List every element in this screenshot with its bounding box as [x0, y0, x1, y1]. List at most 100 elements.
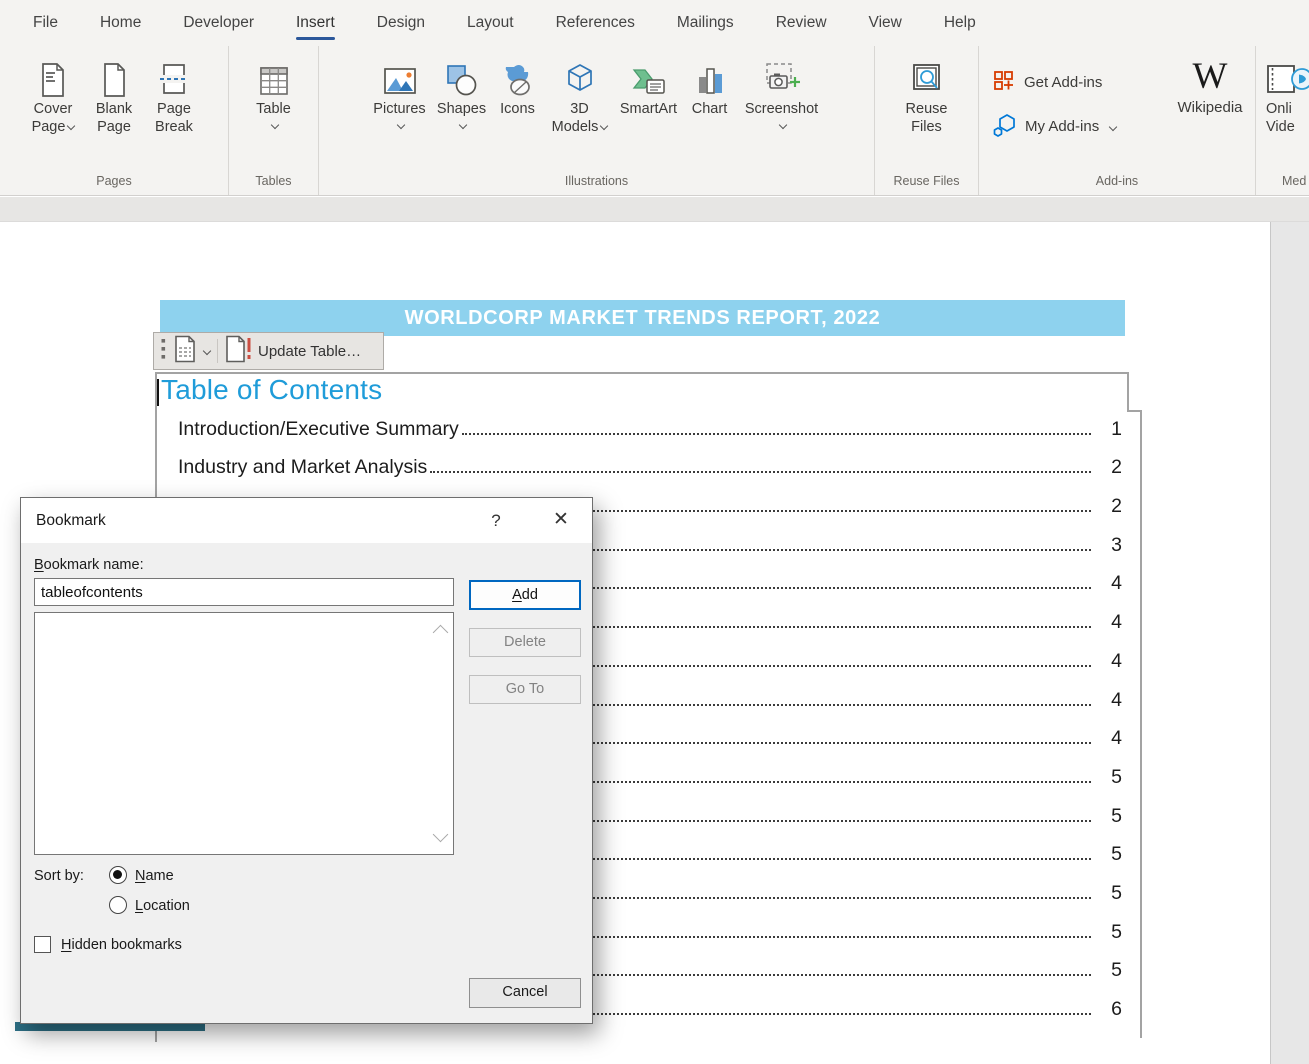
toc-entry-page: 4 — [1096, 612, 1122, 632]
toc-frame-step-vertical — [1127, 372, 1129, 412]
toolbar-grip-handle[interactable] — [160, 338, 167, 365]
screenshot-button[interactable]: Screenshot — [738, 49, 826, 172]
sort-name-radio[interactable] — [109, 866, 127, 884]
ribbon-group-tables: Table Tables — [229, 46, 319, 195]
my-addins-button[interactable]: My Add-ins — [993, 113, 1153, 140]
screenshot-label: Screenshot — [745, 101, 818, 117]
toc-entry[interactable]: Industry and Market Analysis 2 — [178, 446, 1122, 485]
tab-design[interactable]: Design — [377, 0, 425, 45]
blank-page-button[interactable]: BlankPage — [86, 49, 142, 172]
ribbon-group-pages: CoverPage BlankPage PageBreak Pages — [0, 46, 229, 195]
update-table-icon — [225, 335, 252, 368]
dialog-titlebar[interactable]: Bookmark ? ✕ — [21, 498, 592, 543]
wikipedia-label: Wikipedia — [1177, 99, 1242, 116]
tab-review[interactable]: Review — [776, 0, 827, 45]
bookmark-name-label: Bookmark name: — [34, 557, 144, 573]
cover-page-icon — [36, 53, 70, 101]
get-addins-button[interactable]: Get Add-ins — [993, 69, 1153, 96]
get-addins-icon — [993, 69, 1016, 96]
bookmark-name-input[interactable] — [34, 578, 454, 606]
canvas-background — [1271, 222, 1309, 1064]
page-break-button[interactable]: PageBreak — [144, 49, 204, 172]
toc-entry[interactable]: Introduction/Executive Summary1 — [178, 407, 1122, 446]
hidden-bookmarks-checkbox[interactable] — [34, 936, 51, 953]
update-table-button[interactable]: Update Table… — [225, 335, 361, 368]
dialog-close-button[interactable]: ✕ — [539, 498, 583, 543]
wikipedia-button[interactable]: W Wikipedia — [1167, 49, 1253, 172]
add-button[interactable]: Add — [469, 580, 581, 610]
chart-label: Chart — [692, 101, 727, 117]
wikipedia-icon: W — [1193, 57, 1228, 97]
shapes-button[interactable]: Shapes — [434, 49, 490, 172]
delete-button[interactable]: Delete — [469, 628, 581, 657]
toc-entry-page: 5 — [1096, 806, 1122, 826]
chart-button[interactable]: Chart — [684, 49, 736, 172]
tab-home[interactable]: Home — [100, 0, 141, 45]
tab-references[interactable]: References — [556, 0, 635, 45]
cover-page-label: Cover — [34, 101, 73, 117]
sort-location-radio[interactable] — [109, 896, 127, 914]
toc-entry-page: 2 — [1096, 496, 1122, 516]
pictures-icon — [381, 53, 419, 101]
table-icon — [256, 53, 292, 101]
cancel-button[interactable]: Cancel — [469, 978, 581, 1008]
toc-menu-button[interactable] — [174, 335, 210, 368]
blank-page-icon — [97, 53, 131, 101]
ribbon-group-media: OnliVide Med — [1256, 46, 1309, 195]
dialog-title: Bookmark — [36, 512, 106, 530]
chevron-down-icon — [67, 121, 75, 129]
toc-entry-page: 5 — [1096, 883, 1122, 903]
chevron-down-icon — [397, 120, 405, 128]
toc-entry-page: 5 — [1096, 767, 1122, 787]
bookmark-dialog: Bookmark ? ✕ Bookmark name: Add Delete G… — [20, 497, 593, 1024]
icons-button[interactable]: Icons — [492, 49, 544, 172]
toc-entry-page: 4 — [1096, 573, 1122, 593]
tab-mailings[interactable]: Mailings — [677, 0, 734, 45]
cover-page-button[interactable]: CoverPage — [22, 49, 84, 172]
tab-view[interactable]: View — [869, 0, 902, 45]
icons-duck-icon — [500, 53, 536, 101]
icons-label: Icons — [500, 101, 535, 117]
3d-models-label: 3D — [570, 101, 589, 117]
tab-file[interactable]: File — [33, 0, 58, 45]
group-label-illustrations: Illustrations — [319, 172, 874, 195]
toc-entry-title: Industry and Market Analysis — [178, 457, 427, 477]
smartart-button[interactable]: SmartArt — [616, 49, 682, 172]
tab-developer[interactable]: Developer — [183, 0, 254, 45]
online-video-button[interactable]: OnliVide — [1266, 49, 1309, 172]
get-addins-label: Get Add-ins — [1024, 74, 1102, 91]
ribbon-tabs: File Home Developer Insert Design Layout… — [0, 0, 1309, 45]
screenshot-icon — [760, 53, 804, 101]
reuse-files-button[interactable]: ReuseFiles — [891, 49, 963, 172]
toc-entry-page: 4 — [1096, 690, 1122, 710]
bookmark-listbox[interactable] — [34, 612, 454, 855]
scroll-down-icon[interactable] — [433, 827, 449, 843]
tab-insert[interactable]: Insert — [296, 0, 335, 45]
toc-entry-page: 5 — [1096, 960, 1122, 980]
dialog-help-button[interactable]: ? — [481, 498, 511, 543]
sort-location-label[interactable]: Location — [135, 898, 190, 914]
sort-name-label[interactable]: Name — [135, 868, 174, 884]
hidden-bookmarks-label[interactable]: Hidden bookmarks — [61, 937, 182, 953]
toc-leader-dots — [430, 471, 1091, 473]
blank-page-label: Blank — [96, 101, 132, 117]
toc-heading[interactable]: Table of Contents — [161, 374, 382, 406]
3d-models-button[interactable]: 3DModels — [546, 49, 614, 172]
text-cursor-caret — [157, 379, 159, 406]
table-button[interactable]: Table — [241, 49, 307, 172]
online-video-icon — [1266, 53, 1309, 101]
toc-entry-page: 2 — [1096, 457, 1122, 477]
toc-document-icon — [174, 335, 196, 368]
goto-button[interactable]: Go To — [469, 675, 581, 704]
scroll-up-icon[interactable] — [433, 625, 449, 641]
smartart-icon — [630, 53, 668, 101]
document-banner-title: WORLDCORP MARKET TRENDS REPORT, 2022 — [160, 300, 1125, 336]
toc-frame-right-line — [1140, 410, 1142, 1038]
toc-entry-page: 1 — [1096, 419, 1122, 439]
pictures-button[interactable]: Pictures — [368, 49, 432, 172]
tab-help[interactable]: Help — [944, 0, 976, 45]
chevron-down-icon — [779, 120, 787, 128]
toc-leader-dots — [462, 433, 1091, 435]
tab-layout[interactable]: Layout — [467, 0, 514, 45]
shapes-icon — [444, 53, 480, 101]
